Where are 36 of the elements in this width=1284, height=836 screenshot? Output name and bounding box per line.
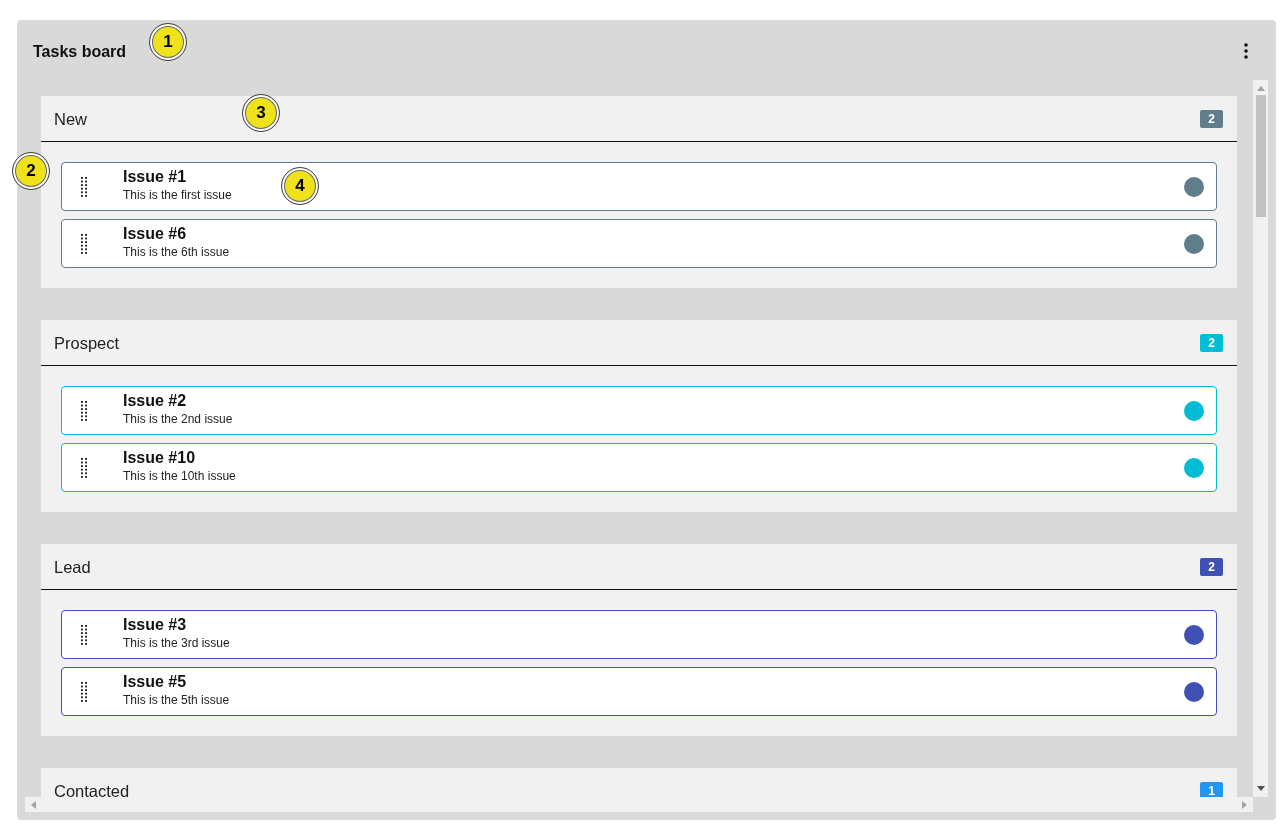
issue-card[interactable]: Issue #6 This is the 6th issue [61,219,1217,268]
drag-handle-icon[interactable] [81,457,87,478]
issue-title: Issue #2 [123,391,187,410]
issue-title: Issue #6 [123,224,187,243]
issue-description: This is the 6th issue [123,245,230,260]
vertical-scrollbar[interactable] [1253,80,1268,797]
drag-handle-icon[interactable] [81,681,87,702]
drag-handle-icon[interactable] [81,233,87,254]
issue-description: This is the 10th issue [123,469,236,484]
lane-title: New [54,108,87,129]
lane-title: Prospect [54,332,120,353]
drag-handle-icon[interactable] [81,624,87,645]
issue-description: This is the 3rd issue [123,636,230,651]
more-menu-icon[interactable] [1244,42,1248,59]
lane-title: Contacted [54,780,130,797]
issue-title: Issue #10 [123,448,196,467]
issue-card[interactable]: Issue #3 This is the 3rd issue [61,610,1217,659]
issue-title: Issue #3 [123,615,187,634]
scroll-down-arrow-icon[interactable] [1256,786,1265,791]
drag-handle-icon[interactable] [81,176,87,197]
issue-description: This is the 2nd issue [123,412,233,427]
count-badge: 1 [1200,781,1223,797]
issue-description: This is the first issue [123,188,232,203]
count-badge: 2 [1200,557,1223,576]
issue-card[interactable]: Issue #5 This is the 5th issue [61,667,1217,716]
issue-card[interactable]: Issue #2 This is the 2nd issue [61,386,1217,435]
count-badge: 2 [1200,109,1223,128]
board-title: Tasks board [33,42,127,62]
drag-handle-icon[interactable] [81,400,87,421]
scrollbar-thumb[interactable] [1255,95,1266,217]
issue-description: This is the 5th issue [123,693,230,708]
issue-title: Issue #5 [123,672,187,691]
lane-title: Lead [54,556,91,577]
count-badge: 2 [1200,333,1223,352]
issue-card[interactable]: Issue #10 This is the 10th issue [61,443,1217,492]
issue-title: Issue #1 [123,167,187,186]
